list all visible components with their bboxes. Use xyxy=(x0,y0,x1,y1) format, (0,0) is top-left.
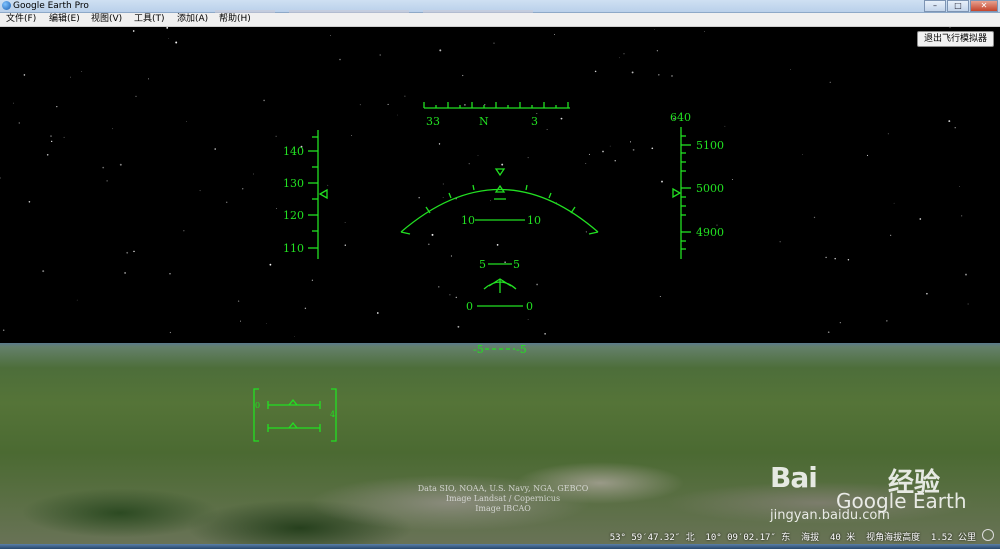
menu-bar: 文件(F) 编辑(E) 视图(V) 工具(T) 添加(A) 帮助(H) xyxy=(0,13,1000,27)
airspeed-pointer xyxy=(318,188,328,200)
altitude-ticks xyxy=(681,135,691,250)
credit-line: Image IBCAO xyxy=(475,504,531,513)
roll-pointer xyxy=(494,168,506,177)
maximize-button[interactable]: □ xyxy=(947,0,969,12)
elevation: 海拔 40 米 xyxy=(801,533,856,543)
watermark-url: jingyan.baidu.com xyxy=(770,508,890,523)
menu-view[interactable]: 视图(V) xyxy=(91,13,122,26)
heading-ticks xyxy=(423,102,569,108)
close-button[interactable]: ✕ xyxy=(970,0,998,12)
pitch-label-10-right: 10 xyxy=(527,214,541,227)
minimize-button[interactable]: – xyxy=(924,0,946,12)
pitch-label-0-right: 0 xyxy=(526,300,533,313)
title-bar: Google Earth Pro – □ ✕ xyxy=(0,0,1000,17)
menu-edit[interactable]: 编辑(E) xyxy=(49,13,80,26)
credit-line: Image Landsat / Copernicus xyxy=(445,494,561,503)
pitch-label-10-left: 10 xyxy=(461,214,475,227)
flaps-gear-bracket xyxy=(253,388,337,442)
gear-label: 4 xyxy=(330,410,335,419)
altitude-pointer xyxy=(672,187,682,199)
pitch-label-neg5-right: -5 xyxy=(516,343,527,356)
altitude-label-5100: 5100 xyxy=(696,139,724,152)
background-window-tabs xyxy=(215,2,575,17)
baidu-logo: Bai xyxy=(770,461,818,494)
menu-tools[interactable]: 工具(T) xyxy=(134,13,165,26)
pitch-label-5-right: 5 xyxy=(513,258,520,271)
airspeed-label-140: 140 xyxy=(283,145,304,158)
airspeed-label-110: 110 xyxy=(283,242,304,255)
flaps-marker xyxy=(288,398,298,406)
taskbar xyxy=(0,544,1000,549)
aircraft-symbol xyxy=(483,278,517,293)
loading-indicator-icon xyxy=(982,529,994,541)
status-readout: 53° 59′47.32″ 北 10° 09′02.17″ 东 海拔 40 米 … xyxy=(610,530,976,543)
eye-altitude: 视角海拔高度 1.52 公里 xyxy=(866,533,976,543)
airspeed-label-120: 120 xyxy=(283,209,304,222)
pitch-label-0-left: 0 xyxy=(466,300,473,313)
latitude: 53° 59′47.32″ 北 xyxy=(609,533,695,543)
earth-viewport[interactable]: 33 N 3 140 130 120 110 640 5100 5000 490… xyxy=(0,27,1000,544)
pitch-label-5-left: 5 xyxy=(479,258,486,271)
pitch-label-neg5-left: -5 xyxy=(473,343,484,356)
flaps-label: 0 xyxy=(255,401,260,410)
longitude: 10° 09′02.17″ 东 xyxy=(705,533,791,543)
window-title: Google Earth Pro xyxy=(13,1,89,11)
menu-help[interactable]: 帮助(H) xyxy=(219,13,251,26)
imagery-credits: Data SIO, NOAA, U.S. Navy, NGA, GEBCO Im… xyxy=(408,484,598,514)
flight-hud: 33 N 3 140 130 120 110 640 5100 5000 490… xyxy=(253,102,724,442)
heading-label-3: 3 xyxy=(531,115,538,128)
menu-file[interactable]: 文件(F) xyxy=(6,13,36,26)
roll-arc xyxy=(400,188,599,233)
heading-label-33: 33 xyxy=(426,115,440,128)
airspeed-ticks xyxy=(308,136,318,249)
airspeed-label-130: 130 xyxy=(283,177,304,190)
altitude-readout: 640 xyxy=(670,111,691,124)
credit-line: Data SIO, NOAA, U.S. Navy, NGA, GEBCO xyxy=(417,484,589,493)
gear-marker xyxy=(288,421,298,429)
exit-flight-simulator-button[interactable]: 退出飞行模拟器 xyxy=(916,31,994,47)
heading-label-n: N xyxy=(479,115,489,128)
google-earth-icon xyxy=(2,1,11,10)
altitude-label-4900: 4900 xyxy=(696,226,724,239)
menu-add[interactable]: 添加(A) xyxy=(177,13,208,26)
altitude-label-5000: 5000 xyxy=(696,182,724,195)
